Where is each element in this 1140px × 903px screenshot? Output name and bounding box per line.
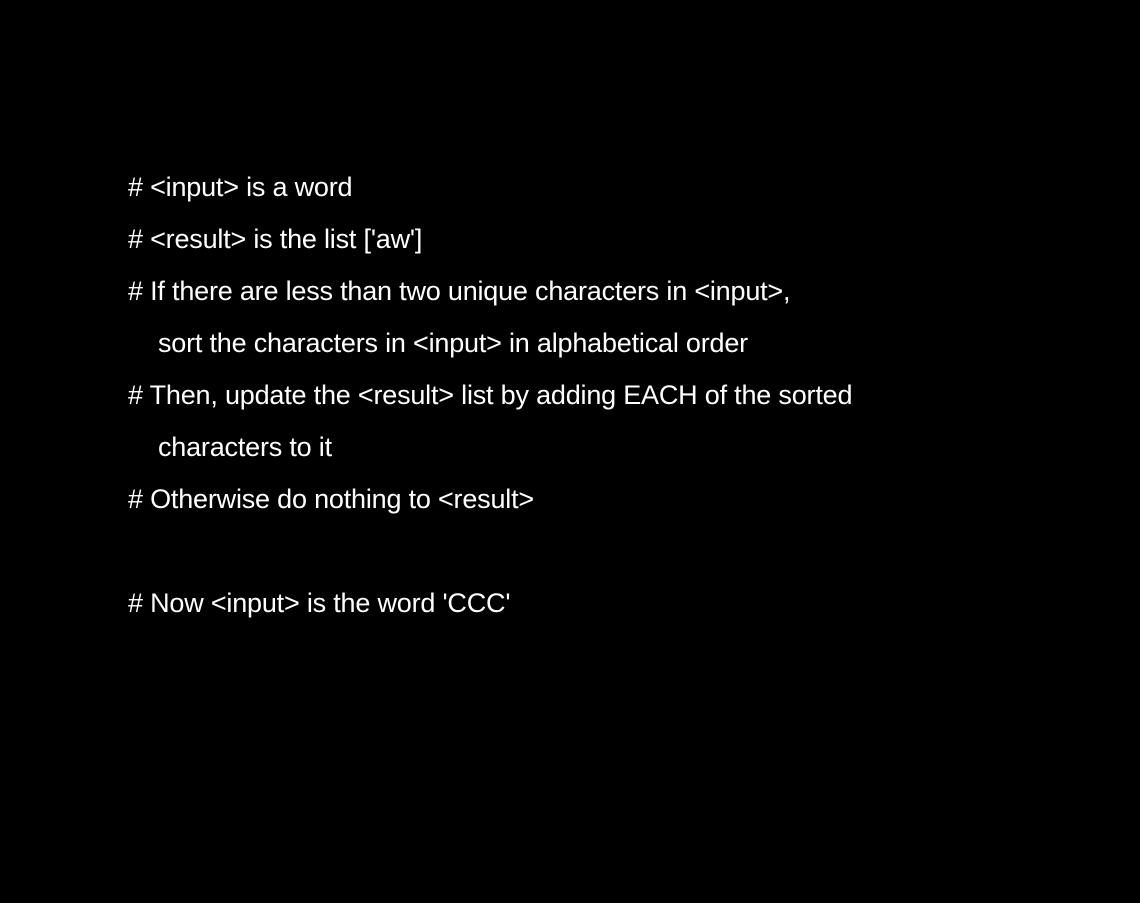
comment-line-result-definition: # <result> is the list ['aw'] (128, 224, 423, 254)
comment-line-condition: # If there are less than two unique char… (128, 276, 791, 306)
instruction-text-block: # <input> is a word # <result> is the li… (128, 161, 1088, 629)
comment-line-otherwise: # Otherwise do nothing to <result> (128, 484, 534, 514)
comment-line-input-definition: # <input> is a word (128, 172, 353, 202)
comment-line-current-input: # Now <input> is the word 'CCC' (128, 588, 511, 618)
comment-line-update-result: # Then, update the <result> list by addi… (128, 380, 853, 410)
comment-line-update-result-continued: characters to it (158, 432, 332, 462)
comment-line-condition-continued: sort the characters in <input> in alphab… (158, 328, 748, 358)
slide-canvas: # <input> is a word # <result> is the li… (0, 0, 1140, 903)
